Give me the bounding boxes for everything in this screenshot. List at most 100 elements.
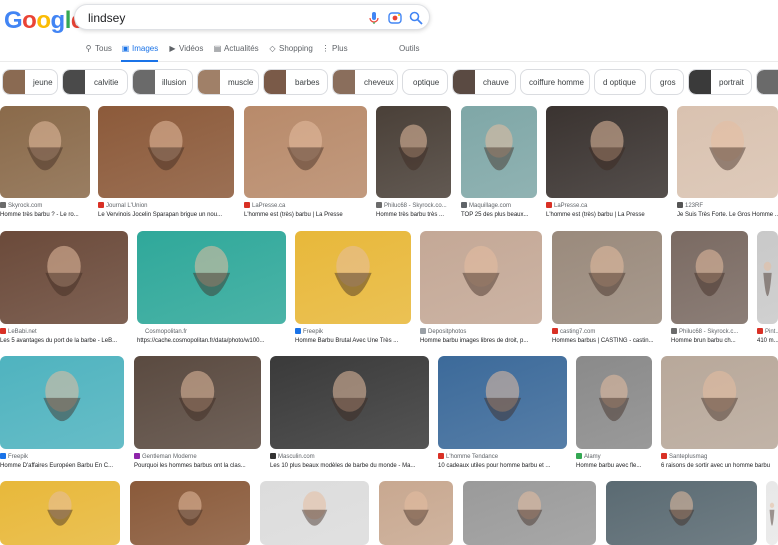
result-thumbnail[interactable]: [606, 481, 757, 545]
result-title[interactable]: L'homme est (très) barbu | La Presse: [244, 211, 367, 219]
result-source[interactable]: L'homme Tendance: [438, 453, 567, 461]
result-title[interactable]: https://cache.cosmopolitan.fr/data/photo…: [137, 337, 286, 345]
result-thumbnail[interactable]: [270, 356, 429, 449]
result-source[interactable]: Journal L'Union: [98, 202, 234, 210]
chip-thumbnail: [3, 70, 25, 94]
result-thumbnail[interactable]: [244, 106, 367, 198]
result-source[interactable]: Freepik: [295, 328, 411, 336]
source-name: Santeplusmag: [669, 454, 708, 460]
result-thumbnail[interactable]: [552, 231, 662, 324]
chip-d-optique[interactable]: d optique: [594, 69, 646, 95]
microphone-icon[interactable]: [366, 10, 382, 26]
result-title[interactable]: Homme barbu avec fle...: [576, 462, 652, 470]
result-thumbnail[interactable]: [546, 106, 668, 198]
result-source[interactable]: Depositphotos: [420, 328, 542, 336]
result-source[interactable]: Alamy: [576, 453, 652, 461]
result-thumbnail[interactable]: [576, 356, 652, 449]
result-source[interactable]: Freepik: [0, 453, 124, 461]
google-logo[interactable]: Google: [4, 7, 84, 35]
chip-calvitie[interactable]: calvitie: [62, 69, 128, 95]
result-source[interactable]: LeBabi.net: [0, 328, 128, 336]
tab-tous[interactable]: ⚲ Tous: [84, 44, 112, 62]
result-thumbnail[interactable]: [463, 481, 596, 545]
result-source[interactable]: Gentleman Moderne: [134, 453, 261, 461]
result-title[interactable]: Les 10 plus beaux modèles de barbe du mo…: [270, 462, 429, 470]
result-title[interactable]: Les 5 avantages du port de la barbe - Le…: [0, 337, 128, 345]
result-thumbnail[interactable]: [0, 106, 90, 198]
result-title[interactable]: Je Suis Très Forte. Le Gros Homme ...: [677, 211, 778, 219]
result-source[interactable]: 123RF: [677, 202, 778, 210]
result-title[interactable]: Homme D'affaires Européen Barbu En C...: [0, 462, 124, 470]
result-source[interactable]: Philuc68 - Skyrock.c...: [671, 328, 748, 336]
result-title[interactable]: 6 raisons de sortir avec un homme barbu: [661, 462, 778, 470]
result-thumbnail[interactable]: [461, 106, 537, 198]
chip-coiffure-homme[interactable]: coiffure homme: [520, 69, 590, 95]
result-title[interactable]: Le Vervinois Jocelin Sparapan brigue un …: [98, 211, 234, 219]
source-name: LaPresse.ca: [554, 203, 588, 209]
source-name: casting7.com: [560, 329, 596, 335]
chip-muscle[interactable]: muscle: [197, 69, 259, 95]
result-thumbnail[interactable]: [661, 356, 778, 449]
result-title[interactable]: Homme brun barbu ch...: [671, 337, 748, 345]
result-title[interactable]: TOP 25 des plus beaux...: [461, 211, 537, 219]
tab-videos[interactable]: ▶ Vidéos: [168, 44, 203, 62]
result-thumbnail[interactable]: [379, 481, 453, 545]
chip-more[interactable]: [756, 69, 778, 95]
result-source[interactable]: LaPresse.ca: [546, 202, 668, 210]
result-thumbnail[interactable]: [0, 356, 124, 449]
result-thumbnail[interactable]: [671, 231, 748, 324]
chip-cheveux[interactable]: cheveux: [332, 69, 398, 95]
chip-barbes[interactable]: barbes: [263, 69, 328, 95]
result-title[interactable]: Homme très barbu très ...: [376, 211, 451, 219]
chip-jeune[interactable]: jeune: [2, 69, 58, 95]
search-box[interactable]: lindsey: [74, 4, 430, 30]
chip-thumbnail: [689, 70, 711, 94]
tools-button[interactable]: Outils: [399, 44, 419, 62]
search-icon[interactable]: [408, 10, 424, 26]
chip-chauve[interactable]: chauve: [452, 69, 516, 95]
result-thumbnail[interactable]: [757, 231, 778, 324]
result-thumbnail[interactable]: [420, 231, 542, 324]
result-thumbnail[interactable]: [260, 481, 369, 545]
chip-illusion[interactable]: illusion: [132, 69, 193, 95]
result-thumbnail[interactable]: [766, 481, 778, 545]
result-thumbnail[interactable]: [376, 106, 451, 198]
result-source[interactable]: Maquillage.com: [461, 202, 537, 210]
result-thumbnail[interactable]: [0, 481, 120, 545]
portrait-silhouette-icon: [403, 491, 429, 526]
tab-plus[interactable]: ⋮ Plus: [321, 44, 348, 62]
result-thumbnail[interactable]: [130, 481, 250, 545]
result-thumbnail[interactable]: [134, 356, 261, 449]
result-title[interactable]: Hommes barbus | CASTING - castin...: [552, 337, 662, 345]
result-source[interactable]: LaPresse.ca: [244, 202, 367, 210]
result-source[interactable]: Pint...: [757, 328, 778, 336]
result-title[interactable]: 10 cadeaux utiles pour homme barbu et ..…: [438, 462, 567, 470]
result-thumbnail[interactable]: [98, 106, 234, 198]
result-thumbnail[interactable]: [438, 356, 567, 449]
result-title[interactable]: L'homme est (très) barbu | La Presse: [546, 211, 668, 219]
result-title[interactable]: Pourquoi les hommes barbus ont la clas..…: [134, 462, 261, 470]
result-thumbnail[interactable]: [137, 231, 286, 324]
result-thumbnail[interactable]: [0, 231, 128, 324]
result-source[interactable]: Cosmopolitan.fr: [137, 328, 286, 336]
result-thumbnail[interactable]: [677, 106, 778, 198]
result-source[interactable]: Masculin.com: [270, 453, 429, 461]
search-input[interactable]: lindsey: [88, 11, 125, 25]
result-title[interactable]: Homme très barbu ? - Le ro...: [0, 211, 90, 219]
result-thumbnail[interactable]: [295, 231, 411, 324]
result-source[interactable]: Skyrock.com: [0, 202, 90, 210]
result-source[interactable]: Philuc68 - Skyrock.co...: [376, 202, 451, 210]
chip-gros[interactable]: gros: [650, 69, 684, 95]
chip-optique[interactable]: optique: [402, 69, 448, 95]
favicon-icon: [0, 328, 6, 334]
result-title[interactable]: 410 m...: [757, 337, 778, 345]
tab-actualites[interactable]: ▤ Actualités: [213, 44, 259, 62]
tab-shopping[interactable]: ◇ Shopping: [268, 44, 312, 62]
result-source[interactable]: casting7.com: [552, 328, 662, 336]
result-source[interactable]: Santeplusmag: [661, 453, 778, 461]
result-title[interactable]: Homme Barbu Brutal Avec Une Très ...: [295, 337, 411, 345]
lens-icon[interactable]: [387, 10, 403, 26]
chip-portrait[interactable]: portrait: [688, 69, 752, 95]
tab-images[interactable]: ▣ Images: [121, 44, 159, 62]
result-title[interactable]: Homme barbu images libres de droit, p...: [420, 337, 542, 345]
